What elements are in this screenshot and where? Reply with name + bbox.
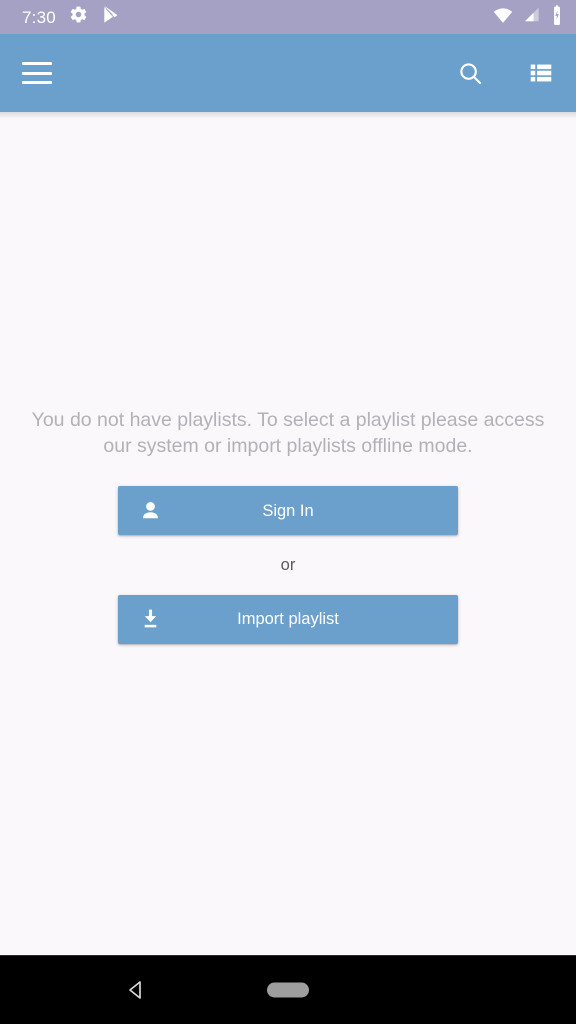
cellular-signal-icon xyxy=(522,5,541,29)
home-button-icon[interactable] xyxy=(267,982,309,998)
play-store-icon xyxy=(101,5,120,29)
app-bar-actions xyxy=(457,60,554,87)
person-icon xyxy=(138,498,163,523)
hamburger-line xyxy=(22,71,52,75)
wifi-icon xyxy=(493,5,513,30)
empty-state-message: You do not have playlists. To select a p… xyxy=(31,409,545,458)
status-bar-right xyxy=(493,4,564,30)
android-nav-bar xyxy=(0,955,576,1024)
status-bar: 7:30 xyxy=(0,0,576,34)
sign-in-button[interactable]: Sign In xyxy=(118,486,458,536)
app-bar xyxy=(0,34,576,119)
empty-state: You do not have playlists. To select a p… xyxy=(0,407,576,644)
status-bar-clock: 7:30 xyxy=(22,7,56,27)
view-list-icon[interactable] xyxy=(528,60,554,86)
hamburger-menu-icon[interactable] xyxy=(22,62,52,84)
phone-screen: 7:30 You do not have playlists. To selec… xyxy=(0,0,576,1024)
back-button-icon[interactable] xyxy=(124,978,148,1002)
import-playlist-label: Import playlist xyxy=(237,610,339,628)
sign-in-label: Sign In xyxy=(262,501,314,520)
hamburger-line xyxy=(22,62,52,65)
search-icon[interactable] xyxy=(457,60,484,87)
import-playlist-button[interactable]: Import playlist xyxy=(118,594,458,644)
status-bar-left: 7:30 xyxy=(22,5,120,29)
download-icon xyxy=(138,607,163,632)
hamburger-line xyxy=(22,81,52,84)
settings-gear-icon xyxy=(69,5,88,29)
battery-charging-icon xyxy=(550,4,564,30)
main-content: You do not have playlists. To select a p… xyxy=(0,112,576,955)
or-divider-label: or xyxy=(280,556,296,575)
